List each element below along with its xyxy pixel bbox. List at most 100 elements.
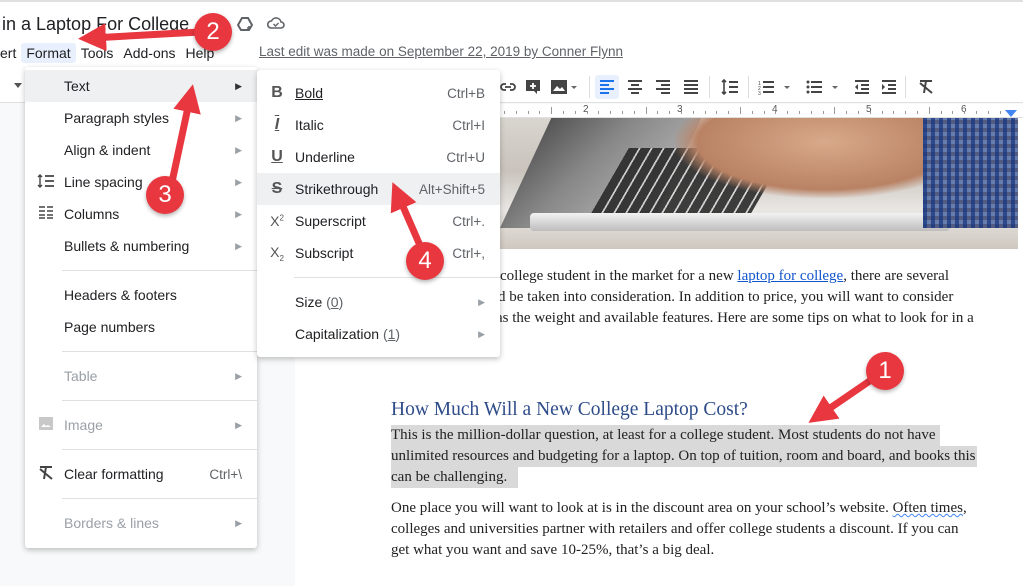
menu-item-columns[interactable]: Columns ▶ [25,198,257,230]
menu-item-table[interactable]: Table ▶ [25,360,257,392]
menu-separator [62,400,257,401]
paragraph-2: One place you will want to look at is in… [391,498,967,561]
laptop-for-college-link[interactable]: laptop for college [737,268,843,284]
intro-text: , there are several [843,268,949,284]
menu-format[interactable]: Format [21,43,76,63]
menu-item-text[interactable]: Text ▶ [25,70,257,102]
menu-separator [62,351,257,352]
intro-line-1: college student in the market for a new … [500,266,949,287]
align-justify-icon[interactable] [679,75,703,99]
menu-item-label: Text [64,78,90,94]
menu-item-capitalization[interactable]: Capitalization (1) ▶ [257,318,500,350]
insert-image-icon[interactable] [548,75,580,99]
menu-item-label: Page numbers [64,319,156,335]
ruler-tick [846,111,848,114]
annotation-badge-1: 1 [866,352,904,390]
spellcheck-flagged-text[interactable]: Often times [893,500,963,516]
section-heading: How Much Will a New College Laptop Cost? [391,399,748,420]
menu-item-shortcut: Alt+Shift+5 [418,181,485,197]
ruler-tick [822,111,824,114]
horizontal-ruler[interactable]: 2 3 4 5 6 [500,104,1023,118]
ruler-tick [681,111,682,114]
menu-item-size[interactable]: Size (0) ▶ [257,286,500,318]
header-bar: in a Laptop For College ert Format Tools… [0,0,1023,70]
ruler-tick [527,111,529,114]
last-edit-link[interactable]: Last edit was made on September 22, 2019… [259,44,623,59]
menu-item-paragraph-styles[interactable]: Paragraph styles ▶ [25,102,257,134]
text-submenu: B Bold Ctrl+B I Italic Ctrl+I U Underlin… [257,70,500,357]
drive-add-icon[interactable] [236,16,254,34]
ruler-tick [539,111,541,114]
dropdown-caret-icon[interactable] [14,83,22,88]
ruler-tick [728,111,730,114]
menu-item-shortcut: Ctrl+, [452,245,485,261]
menu-item-clear-formatting[interactable]: Clear formatting Ctrl+\ [25,458,257,490]
photo-laptop-base [530,213,950,231]
ruler-tick [917,111,918,114]
menu-item-label: Underline [295,149,355,165]
increase-indent-icon[interactable] [877,75,901,99]
document-title[interactable]: in a Laptop For College [2,14,189,35]
ruler-tick [633,111,635,114]
right-margin-marker[interactable] [1005,110,1017,117]
ruler-tick [751,111,753,114]
menu-add-ons[interactable]: Add-ons [118,43,180,63]
submenu-arrow-icon: ▶ [478,328,485,339]
bulleted-list-icon[interactable] [805,75,843,99]
ruler-tick [893,111,895,114]
ruler-tick [881,111,883,114]
menu-item-subscript[interactable]: X2 Subscript Ctrl+, [257,237,500,269]
menu-item-bullets-numbering[interactable]: Bullets & numbering ▶ [25,230,257,262]
menu-item-borders-lines[interactable]: Borders & lines ▶ [25,507,257,539]
menu-tools[interactable]: Tools [76,43,119,63]
ruler-tick [692,111,694,114]
menu-item-page-numbers[interactable]: Page numbers [25,311,257,343]
selected-paragraph[interactable]: This is the million-dollar question, at … [391,425,978,488]
intro-text: college student in the market for a new [500,268,738,284]
menu-separator [62,498,257,499]
menu-item-superscript[interactable]: X2 Superscript Ctrl+. [257,205,500,237]
menu-item-image[interactable]: Image ▶ [25,409,257,441]
paragraph-text: , [962,500,967,516]
cloud-saved-icon[interactable] [266,16,285,34]
selected-line: unlimited resources and budgeting for a … [391,446,978,467]
numbered-list-icon[interactable]: 123 [757,75,795,99]
menu-item-italic[interactable]: I Italic Ctrl+I [257,109,500,141]
format-menu: Text ▶ Paragraph styles ▶ Align & indent… [25,67,257,548]
align-center-icon[interactable] [623,75,647,99]
ruler-tick [787,111,789,114]
align-left-icon[interactable] [595,75,619,99]
laptop-photo[interactable] [500,118,1018,249]
menu-item-bold[interactable]: B Bold Ctrl+B [257,77,500,109]
ruler-tick [964,111,966,114]
clear-formatting-icon [37,465,55,483]
menu-item-headers-footers[interactable]: Headers & footers [25,279,257,311]
decrease-indent-icon[interactable] [850,75,874,99]
menu-bar: ert Format Tools Add-ons Help [0,42,219,64]
menu-item-line-spacing[interactable]: Line spacing ▶ [25,166,257,198]
submenu-arrow-icon: ▶ [235,419,242,430]
columns-icon [37,206,55,222]
menu-insert[interactable]: ert [0,43,21,63]
add-comment-icon[interactable] [521,75,545,99]
ruler-tick [574,111,576,114]
menu-item-strikethrough[interactable]: S Strikethrough Alt+Shift+5 [257,173,500,205]
ruler-tick [645,107,647,114]
line-spacing-icon[interactable] [718,75,742,99]
ruler-tick [504,111,505,114]
paragraph-text: colleges and universities partner with r… [391,521,959,537]
menu-item-underline[interactable]: U Underline Ctrl+U [257,141,500,173]
annotation-badge-4: 4 [406,242,444,280]
submenu-arrow-icon: ▶ [235,144,242,155]
strikethrough-icon: S [271,180,283,197]
annotation-badge-3: 3 [146,176,184,214]
menu-item-label: Italic [295,117,324,133]
menu-item-align-indent[interactable]: Align & indent ▶ [25,134,257,166]
clear-formatting-icon[interactable] [914,75,938,99]
align-right-icon[interactable] [651,75,675,99]
underline-icon: U [271,148,283,165]
menu-item-label: Bold [295,85,324,101]
submenu-arrow-icon: ▶ [235,240,242,251]
ruler-tick [669,111,671,114]
menu-item-label: Clear formatting [64,466,164,482]
